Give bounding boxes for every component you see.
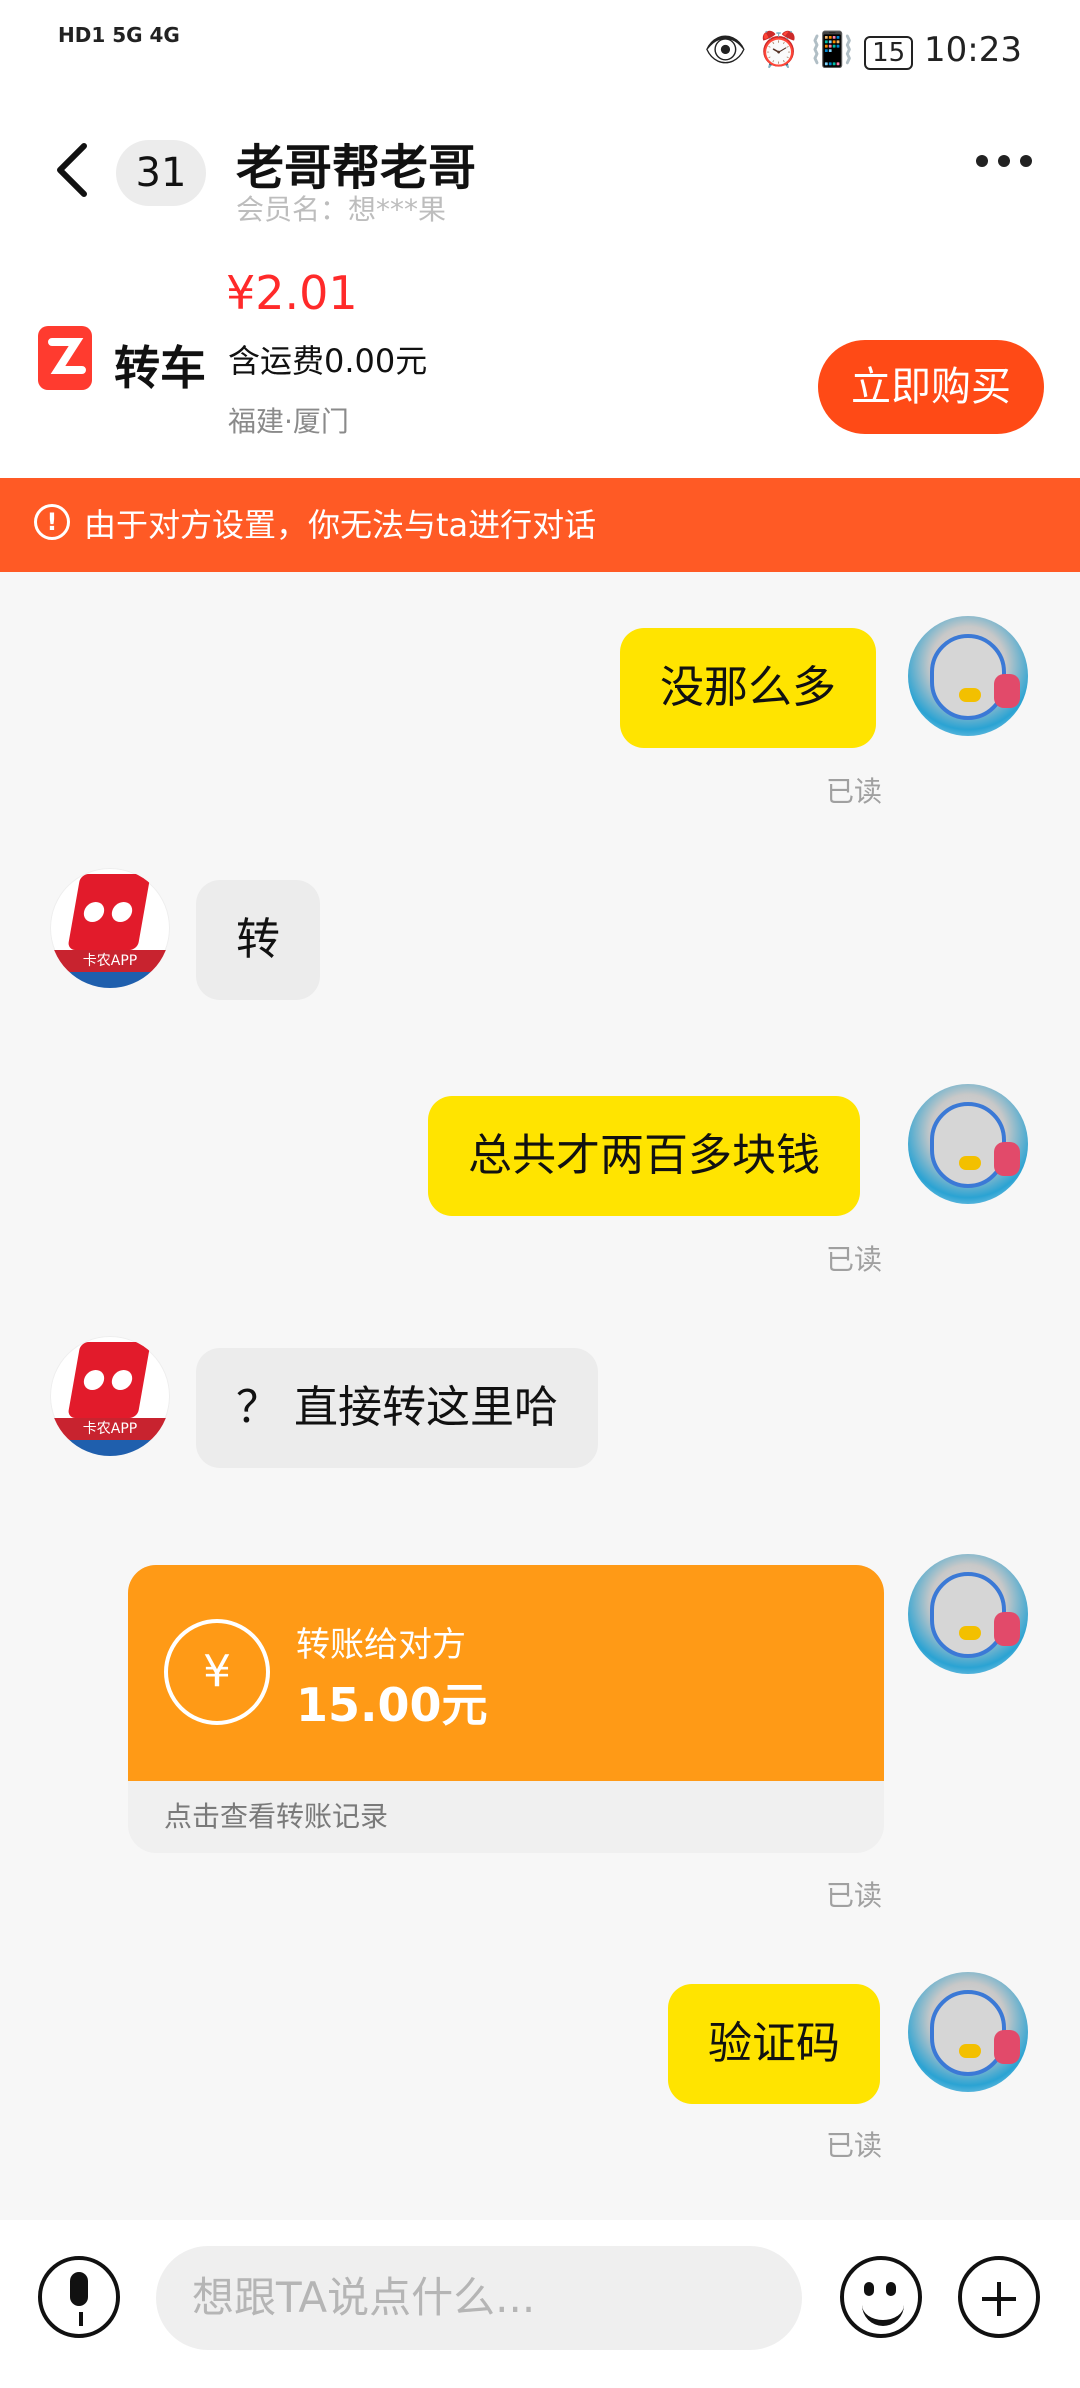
shipping-fee: 含运费0.00元 [228, 342, 428, 380]
product-logo[interactable]: 转车 [32, 318, 212, 408]
unread-count-badge[interactable]: 31 [116, 140, 206, 206]
cat-icon [930, 1102, 1006, 1188]
avatar-decoration [994, 674, 1020, 708]
banner-text: 由于对方设置，你无法与ta进行对话 [84, 506, 597, 544]
transfer-title: 转账给对方 [296, 1625, 466, 1665]
k-logo-icon [67, 1342, 151, 1418]
read-status: 已读 [826, 1243, 883, 1276]
avatar-self[interactable] [908, 1972, 1028, 2092]
eye-icon: 👁 [703, 30, 747, 70]
more-dot-icon [1020, 155, 1032, 167]
message-input[interactable]: 想跟TA说点什么... [156, 2246, 802, 2350]
product-location: 福建·厦门 [228, 405, 349, 438]
more-dot-icon [998, 155, 1010, 167]
status-time: 👁 ⏰ 📳 15 10:23 [704, 30, 1022, 70]
k-logo-icon [67, 874, 151, 950]
transfer-card[interactable]: 转账给对方 15.00元 点击查看转账记录 [128, 1565, 884, 1853]
alarm-icon: ⏰ [757, 30, 801, 70]
avatar-decoration [994, 2030, 1020, 2064]
avatar-other[interactable]: 卡农APP [50, 1336, 170, 1456]
transfer-record-link[interactable]: 点击查看转账记录 [164, 1795, 388, 1835]
buy-now-button[interactable]: 立即购买 [818, 340, 1044, 434]
member-name: 会员名：想***果 [236, 193, 447, 226]
avatar-self[interactable] [908, 1084, 1028, 1204]
avatar-self[interactable] [908, 1554, 1028, 1674]
message-bubble-mine[interactable]: 总共才两百多块钱 [428, 1096, 860, 1216]
back-button[interactable] [48, 140, 96, 200]
avatar-decoration [994, 1142, 1020, 1176]
avatar-label: 卡农APP [50, 950, 170, 972]
message-bubble-mine[interactable]: 验证码 [668, 1984, 880, 2104]
avatar-self[interactable] [908, 616, 1028, 736]
transfer-amount: 15.00元 [296, 1678, 488, 1732]
microphone-button[interactable] [38, 2256, 120, 2338]
status-left: HD1 5G 4G [58, 23, 180, 47]
message-bubble-mine[interactable]: 没那么多 [620, 628, 876, 748]
cat-icon [930, 1990, 1006, 2076]
chat-restriction-banner: ! 由于对方设置，你无法与ta进行对话 [0, 478, 1080, 572]
cat-icon [930, 634, 1006, 720]
status-bar: HD1 5G 4G 👁 ⏰ 📳 15 10:23 [0, 0, 1080, 100]
message-bubble-theirs[interactable]: ？ 直接转这里哈 [196, 1348, 598, 1468]
battery-icon: 15 [864, 36, 914, 70]
clock-time: 10:23 [924, 30, 1022, 70]
read-status: 已读 [826, 775, 883, 808]
add-button[interactable] [958, 2256, 1040, 2338]
warning-icon: ! [34, 504, 70, 540]
product-logo-text: 转车 [114, 341, 206, 395]
chevron-left-icon [57, 143, 87, 197]
more-dot-icon [976, 155, 988, 167]
read-status: 已读 [826, 2129, 883, 2162]
avatar-decoration [994, 1612, 1020, 1646]
avatar-other[interactable]: 卡农APP [50, 868, 170, 988]
product-logo-icon [38, 326, 92, 390]
emoji-button[interactable] [840, 2256, 922, 2338]
message-bubble-theirs[interactable]: 转 [196, 880, 320, 1000]
avatar-label: 卡农APP [50, 1418, 170, 1440]
more-button[interactable] [966, 152, 1032, 171]
transfer-yuan-icon [164, 1619, 270, 1725]
cat-icon [930, 1572, 1006, 1658]
avatar-bottom-strip [50, 1440, 170, 1456]
product-price: ¥2.01 [226, 266, 358, 320]
avatar-bottom-strip [50, 972, 170, 988]
read-status: 已读 [826, 1879, 883, 1912]
vibrate-icon: 📳 [810, 30, 854, 70]
